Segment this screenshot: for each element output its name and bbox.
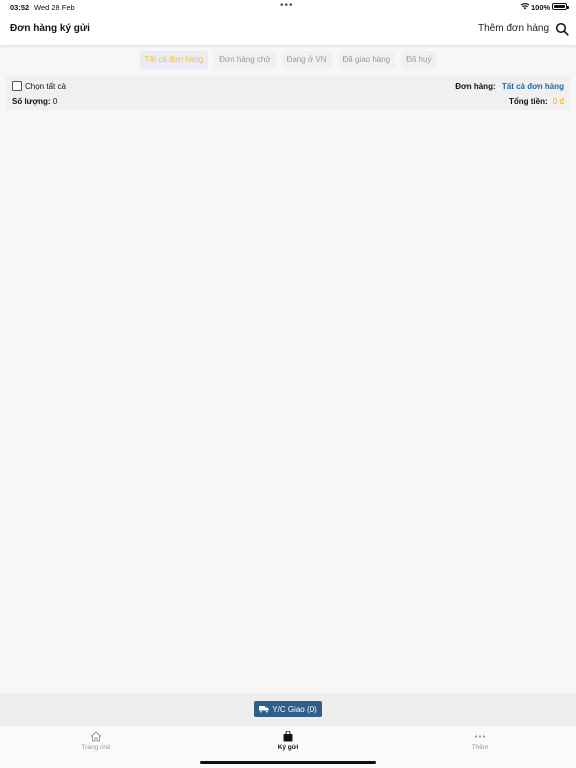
quantity-readout: Số lượng: 0 (12, 97, 57, 106)
add-order-button[interactable]: Thêm đơn hàng (478, 23, 549, 34)
bag-icon (283, 731, 293, 742)
orders-label: Đơn hàng: (455, 82, 496, 91)
total-amount-readout: Tổng tiền: 0 đ (509, 97, 564, 106)
bottom-action-bar: Y/C Giao (0) (0, 693, 576, 725)
select-all-checkbox[interactable] (12, 81, 22, 91)
search-icon[interactable] (555, 22, 569, 36)
request-delivery-label: Y/C Giao (0) (272, 704, 317, 714)
tab-pending-orders[interactable]: Đơn hàng chờ (214, 51, 276, 69)
quantity-label: Số lượng: (12, 97, 51, 106)
request-delivery-button[interactable]: Y/C Giao (0) (254, 701, 322, 717)
tab-delivered[interactable]: Đã giao hàng (337, 51, 396, 69)
tab-cancelled[interactable]: Đã huỷ (401, 51, 437, 69)
status-date: Wed 28 Feb (34, 3, 75, 12)
order-type-selector: Đơn hàng: Tất cả đơn hàng (455, 82, 564, 91)
battery-percentage: 100% (531, 3, 551, 12)
wifi-icon (520, 3, 530, 10)
tab-more-label: Thêm (471, 744, 489, 751)
tab-home-label: Trang chủ (81, 744, 111, 751)
tab-consignment[interactable]: Ký gửi (248, 731, 328, 751)
tab-home[interactable]: Trang chủ (56, 731, 136, 751)
page-title: Đơn hàng ký gửi (10, 23, 90, 34)
orders-filter-value[interactable]: Tất cả đơn hàng (502, 82, 564, 91)
quantity-value: 0 (52, 97, 58, 106)
home-indicator[interactable] (200, 761, 376, 764)
select-all-label: Chọn tất cả (25, 81, 66, 91)
total-value: 0 đ (552, 97, 564, 106)
total-label: Tổng tiền: (508, 97, 548, 106)
tab-more[interactable]: Thêm (440, 731, 520, 751)
tab-in-vietnam[interactable]: Đang ở VN (281, 51, 332, 69)
more-icon (474, 735, 486, 738)
status-bar: 03:52 Wed 28 Feb ••• 100% (0, 0, 576, 14)
bottom-tab-bar: Trang chủ Ký gửi Thêm (0, 725, 576, 768)
home-icon (90, 731, 102, 742)
order-summary-panel: Chọn tất cả Số lượng: 0 Đơn hàng: Tất cả… (6, 76, 570, 110)
multitask-dots-icon[interactable]: ••• (280, 0, 294, 11)
order-filter-tabs: Tất cả đơn hàng Đơn hàng chờ Đang ở VN Đ… (0, 51, 576, 69)
tab-all-orders[interactable]: Tất cả đơn hàng (139, 51, 209, 69)
status-time: 03:52 (10, 3, 30, 12)
navigation-bar: Đơn hàng ký gửi Thêm đơn hàng (0, 14, 576, 45)
tab-consignment-label: Ký gửi (277, 744, 299, 751)
select-all-toggle[interactable]: Chọn tất cả (12, 81, 66, 91)
truck-icon (259, 706, 269, 713)
battery-icon (552, 3, 569, 10)
